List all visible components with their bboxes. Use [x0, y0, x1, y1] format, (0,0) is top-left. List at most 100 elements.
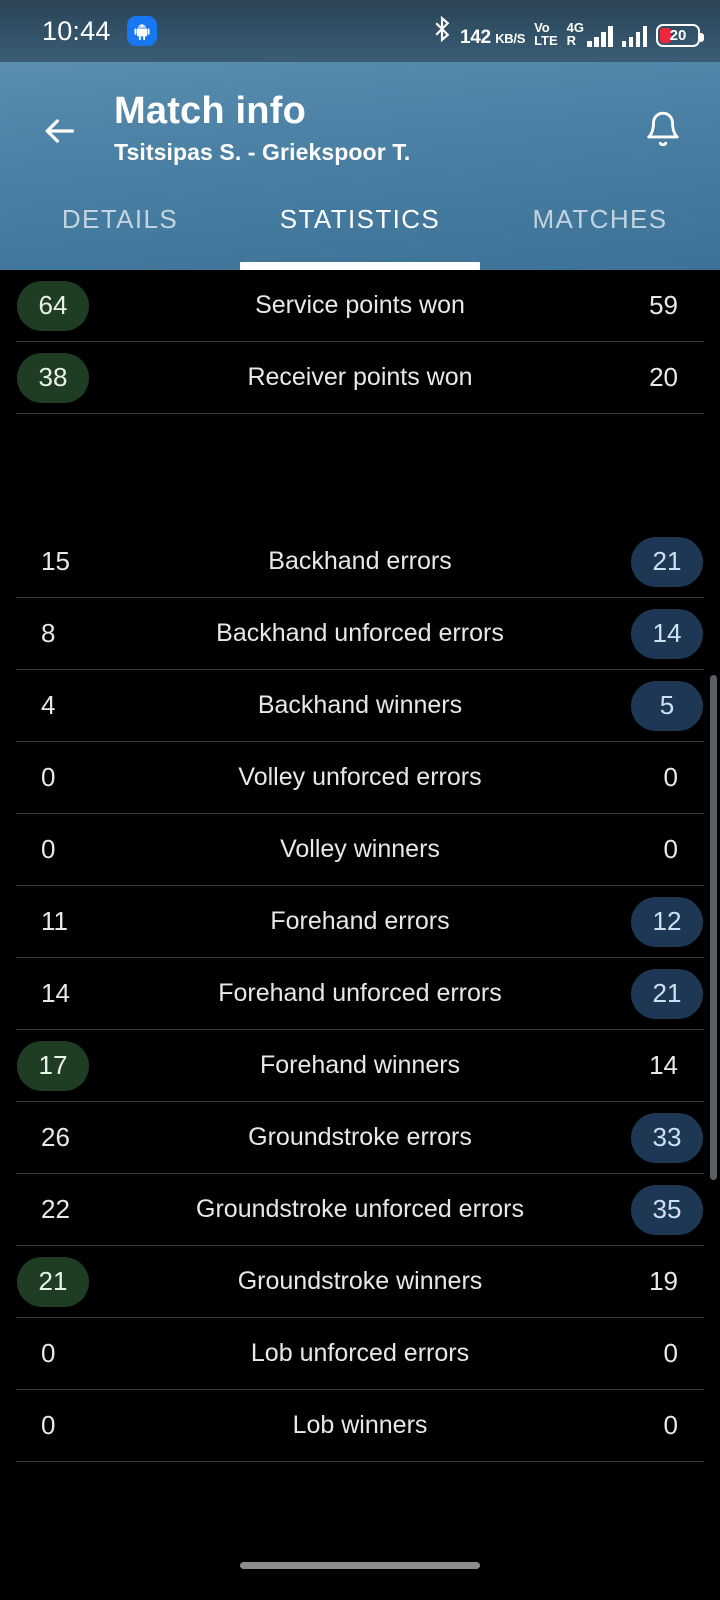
stat-home-cell: 0	[16, 762, 166, 793]
stat-away-badge: 21	[631, 968, 703, 1019]
badge-wrapper: 64	[16, 280, 89, 331]
bluetooth-icon	[433, 15, 451, 47]
tab-matches[interactable]: MATCHES	[480, 192, 720, 270]
sim1-signal-indicator: 4G R	[567, 21, 613, 47]
stat-away-cell: 14	[554, 1050, 704, 1081]
stat-label: Backhand unforced errors	[216, 619, 504, 647]
app-bar-titles: Match info Tsitsipas S. - Griekspoor T.	[114, 90, 410, 166]
stat-away-badge: 35	[631, 1184, 703, 1235]
stat-label: Forehand errors	[270, 907, 450, 935]
badge-wrapper: 21	[631, 536, 704, 587]
vertical-scrollbar[interactable]	[710, 675, 717, 1180]
stat-away-cell: 19	[554, 1266, 704, 1297]
stat-away-cell: 14	[554, 608, 704, 659]
stat-home-cell: 21	[16, 1256, 166, 1307]
stat-home-cell: 4	[16, 690, 166, 721]
stat-label: Lob winners	[292, 1411, 428, 1439]
status-bar-right: 142 KB/S Vo LTE 4G R 20	[433, 15, 704, 47]
row-divider	[16, 1461, 704, 1462]
stat-home-value: 0	[41, 762, 56, 792]
stat-home-cell: 14	[16, 978, 166, 1009]
stat-home-cell: 11	[16, 906, 166, 937]
stat-away-cell: 33	[554, 1112, 704, 1163]
stat-away-value: 0	[663, 1338, 678, 1368]
statistics-row: 0 Volley unforced errors 0	[0, 742, 720, 813]
stat-away-value: 59	[649, 290, 678, 320]
badge-wrapper: 21	[16, 1256, 89, 1307]
badge-wrapper: 5	[631, 680, 704, 731]
tab-details[interactable]: DETAILS	[0, 192, 240, 270]
stat-away-badge: 5	[631, 680, 703, 731]
stat-home-value: 0	[41, 834, 56, 864]
notification-bell-button[interactable]	[636, 102, 690, 156]
stat-home-value: 0	[41, 1338, 56, 1368]
badge-wrapper: 33	[631, 1112, 704, 1163]
stat-home-badge: 38	[17, 352, 89, 403]
tab-active-indicator	[240, 262, 480, 270]
sim1-network-type-label: 4G	[566, 19, 584, 35]
stat-label: Receiver points won	[247, 363, 473, 391]
stat-home-value: 4	[41, 690, 56, 720]
stat-away-value: 19	[649, 1266, 678, 1296]
stat-away-cell: 5	[554, 680, 704, 731]
stat-home-value: 14	[41, 978, 70, 1008]
tab-statistics[interactable]: STATISTICS	[240, 192, 480, 270]
stat-away-cell: 0	[554, 834, 704, 865]
stat-home-cell: 0	[16, 1410, 166, 1441]
stat-label: Forehand winners	[259, 1051, 461, 1079]
app-bar: Match info Tsitsipas S. - Griekspoor T. …	[0, 62, 720, 270]
stat-away-badge: 14	[631, 608, 703, 659]
stat-home-cell: 15	[16, 546, 166, 577]
android-robot-icon	[126, 16, 157, 46]
page-subtitle: Tsitsipas S. - Griekspoor T.	[114, 138, 411, 165]
battery-icon: 20	[656, 23, 704, 47]
stat-away-cell: 0	[554, 762, 704, 793]
statistics-row: 38 Receiver points won 20	[0, 342, 720, 413]
statistics-row: 0 Volley winners 0	[0, 814, 720, 885]
stat-label: Lob unforced errors	[250, 1339, 470, 1367]
tab-statistics-label: STATISTICS	[279, 204, 441, 234]
stat-label: Groundstroke unforced errors	[196, 1195, 524, 1223]
stat-away-cell: 20	[554, 362, 704, 393]
stat-home-cell: 17	[16, 1040, 166, 1091]
statistics-section: 15 Backhand errors 21 8 Backhand unforced er…	[0, 526, 720, 1462]
badge-wrapper: 38	[16, 352, 89, 403]
stat-home-value: 11	[41, 906, 68, 936]
badge-wrapper: 21	[631, 968, 704, 1019]
stat-home-badge: 21	[17, 1256, 89, 1307]
stat-away-badge: 33	[631, 1112, 703, 1163]
stat-away-value: 20	[649, 362, 678, 392]
status-bar-left: 10:44	[42, 16, 157, 47]
stat-home-value: 8	[41, 618, 56, 648]
statistics-content[interactable]: 64 Service points won 59 38 Receiver points …	[0, 270, 720, 1600]
statistics-row: 4 Backhand winners 5	[0, 670, 720, 741]
sim2-signal-bars	[621, 25, 647, 47]
network-speed-indicator: 142 KB/S	[460, 28, 525, 47]
badge-wrapper: 14	[631, 608, 704, 659]
stat-home-value: 0	[41, 1410, 56, 1440]
statistics-section: 64 Service points won 59 38 Receiver points …	[0, 270, 720, 414]
stat-label: Service points won	[255, 291, 465, 319]
home-pill-indicator[interactable]	[240, 1561, 480, 1569]
stat-home-cell: 8	[16, 618, 166, 649]
stat-label: Forehand unforced errors	[218, 979, 502, 1007]
stat-home-cell: 26	[16, 1122, 166, 1153]
tab-bar: DETAILS STATISTICS MATCHES	[0, 192, 720, 270]
app-bar-top: Match info Tsitsipas S. - Griekspoor T.	[0, 62, 720, 192]
statistics-row: 0 Lob winners 0	[0, 1390, 720, 1461]
stat-label: Backhand errors	[268, 547, 452, 575]
statistics-row: 22 Groundstroke unforced errors 35	[0, 1174, 720, 1245]
tab-details-label: DETAILS	[61, 204, 179, 234]
network-speed-unit: KB/S	[495, 30, 526, 46]
stat-label: Volley winners	[280, 835, 440, 863]
stat-away-badge: 21	[631, 536, 703, 587]
status-bar: 10:44 142 KB/S Vo LTE 4G R 20	[0, 0, 720, 62]
stat-home-value: 15	[41, 546, 70, 576]
statistics-row: 0 Lob unforced errors 0	[0, 1318, 720, 1389]
back-button[interactable]	[32, 104, 86, 158]
stat-away-cell: 59	[554, 290, 704, 321]
sim1-roaming-label: R	[566, 32, 577, 48]
badge-wrapper: 12	[631, 896, 704, 947]
stat-away-value: 0	[663, 834, 678, 864]
